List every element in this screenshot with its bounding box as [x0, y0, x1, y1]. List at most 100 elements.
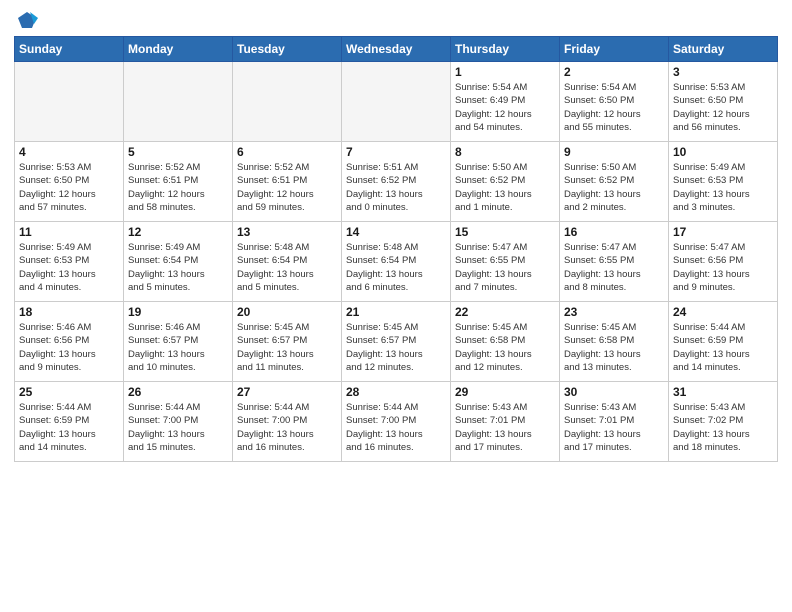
calendar-cell: 26 Sunrise: 5:44 AM Sunset: 7:00 PM Dayli… [124, 382, 233, 462]
calendar-cell: 25 Sunrise: 5:44 AM Sunset: 6:59 PM Dayli… [15, 382, 124, 462]
day-info: Sunrise: 5:43 AM Sunset: 7:02 PM Dayligh… [673, 401, 773, 454]
day-info: Sunrise: 5:47 AM Sunset: 6:55 PM Dayligh… [455, 241, 555, 294]
calendar-cell: 22Sunrise: 5:45 AM Sunset: 6:58 PM Dayli… [451, 302, 560, 382]
day-number: 23 [564, 305, 664, 319]
day-number: 6 [237, 145, 337, 159]
calendar-cell: 3Sunrise: 5:53 AM Sunset: 6:50 PM Daylig… [669, 62, 778, 142]
day-info: Sunrise: 5:45 AM Sunset: 6:58 PM Dayligh… [564, 321, 664, 374]
calendar-cell: 18 Sunrise: 5:46 AM Sunset: 6:56 PM Dayli… [15, 302, 124, 382]
day-info: Sunrise: 5:54 AM Sunset: 6:49 PM Dayligh… [455, 81, 555, 134]
day-info: Sunrise: 5:43 AM Sunset: 7:01 PM Dayligh… [564, 401, 664, 454]
calendar-cell: 9Sunrise: 5:50 AM Sunset: 6:52 PM Daylig… [560, 142, 669, 222]
weekday-header-monday: Monday [124, 37, 233, 62]
day-info: Sunrise: 5:49 AM Sunset: 6:54 PM Dayligh… [128, 241, 228, 294]
day-info: Sunrise: 5:51 AM Sunset: 6:52 PM Dayligh… [346, 161, 446, 214]
day-number: 26 [128, 385, 228, 399]
header [14, 10, 778, 28]
weekday-header-row: SundayMondayTuesdayWednesdayThursdayFrid… [15, 37, 778, 62]
day-number: 12 [128, 225, 228, 239]
weekday-header-friday: Friday [560, 37, 669, 62]
day-number: 17 [673, 225, 773, 239]
calendar-cell: 28 Sunrise: 5:44 AM Sunset: 7:00 PM Dayli… [342, 382, 451, 462]
calendar-cell [124, 62, 233, 142]
calendar-table: SundayMondayTuesdayWednesdayThursdayFrid… [14, 36, 778, 462]
week-row-4: 18 Sunrise: 5:46 AM Sunset: 6:56 PM Dayli… [15, 302, 778, 382]
calendar-cell: 6 Sunrise: 5:52 AM Sunset: 6:51 PM Daylig… [233, 142, 342, 222]
logo-flag-icon [16, 10, 38, 32]
calendar-cell: 20 Sunrise: 5:45 AM Sunset: 6:57 PM Dayli… [233, 302, 342, 382]
calendar-cell: 16Sunrise: 5:47 AM Sunset: 6:55 PM Dayli… [560, 222, 669, 302]
calendar-cell: 11 Sunrise: 5:49 AM Sunset: 6:53 PM Dayli… [15, 222, 124, 302]
day-info: Sunrise: 5:50 AM Sunset: 6:52 PM Dayligh… [564, 161, 664, 214]
calendar-cell: 8 Sunrise: 5:50 AM Sunset: 6:52 PM Daylig… [451, 142, 560, 222]
day-info: Sunrise: 5:52 AM Sunset: 6:51 PM Dayligh… [237, 161, 337, 214]
day-info: Sunrise: 5:46 AM Sunset: 6:56 PM Dayligh… [19, 321, 119, 374]
calendar-cell: 10 Sunrise: 5:49 AM Sunset: 6:53 PM Dayli… [669, 142, 778, 222]
weekday-header-sunday: Sunday [15, 37, 124, 62]
day-info: Sunrise: 5:45 AM Sunset: 6:57 PM Dayligh… [346, 321, 446, 374]
day-number: 21 [346, 305, 446, 319]
day-info: Sunrise: 5:54 AM Sunset: 6:50 PM Dayligh… [564, 81, 664, 134]
day-number: 2 [564, 65, 664, 79]
calendar-cell: 29 Sunrise: 5:43 AM Sunset: 7:01 PM Dayli… [451, 382, 560, 462]
day-info: Sunrise: 5:44 AM Sunset: 6:59 PM Dayligh… [673, 321, 773, 374]
day-number: 18 [19, 305, 119, 319]
day-info: Sunrise: 5:47 AM Sunset: 6:56 PM Dayligh… [673, 241, 773, 294]
day-number: 31 [673, 385, 773, 399]
day-number: 13 [237, 225, 337, 239]
calendar-cell: 13 Sunrise: 5:48 AM Sunset: 6:54 PM Dayli… [233, 222, 342, 302]
day-number: 10 [673, 145, 773, 159]
calendar-cell: 5 Sunrise: 5:52 AM Sunset: 6:51 PM Daylig… [124, 142, 233, 222]
day-info: Sunrise: 5:44 AM Sunset: 7:00 PM Dayligh… [237, 401, 337, 454]
day-number: 4 [19, 145, 119, 159]
calendar-cell: 1 Sunrise: 5:54 AM Sunset: 6:49 PM Daylig… [451, 62, 560, 142]
day-info: Sunrise: 5:48 AM Sunset: 6:54 PM Dayligh… [237, 241, 337, 294]
week-row-3: 11 Sunrise: 5:49 AM Sunset: 6:53 PM Dayli… [15, 222, 778, 302]
day-info: Sunrise: 5:45 AM Sunset: 6:58 PM Dayligh… [455, 321, 555, 374]
calendar-cell: 30Sunrise: 5:43 AM Sunset: 7:01 PM Dayli… [560, 382, 669, 462]
day-number: 1 [455, 65, 555, 79]
day-number: 29 [455, 385, 555, 399]
calendar-cell [15, 62, 124, 142]
day-info: Sunrise: 5:44 AM Sunset: 7:00 PM Dayligh… [128, 401, 228, 454]
weekday-header-tuesday: Tuesday [233, 37, 342, 62]
page: SundayMondayTuesdayWednesdayThursdayFrid… [0, 0, 792, 612]
calendar-cell: 4 Sunrise: 5:53 AM Sunset: 6:50 PM Daylig… [15, 142, 124, 222]
calendar-cell: 12 Sunrise: 5:49 AM Sunset: 6:54 PM Dayli… [124, 222, 233, 302]
calendar-cell: 24 Sunrise: 5:44 AM Sunset: 6:59 PM Dayli… [669, 302, 778, 382]
day-info: Sunrise: 5:44 AM Sunset: 7:00 PM Dayligh… [346, 401, 446, 454]
week-row-5: 25 Sunrise: 5:44 AM Sunset: 6:59 PM Dayli… [15, 382, 778, 462]
day-info: Sunrise: 5:50 AM Sunset: 6:52 PM Dayligh… [455, 161, 555, 214]
calendar-cell: 2 Sunrise: 5:54 AM Sunset: 6:50 PM Daylig… [560, 62, 669, 142]
day-info: Sunrise: 5:52 AM Sunset: 6:51 PM Dayligh… [128, 161, 228, 214]
calendar-cell: 15Sunrise: 5:47 AM Sunset: 6:55 PM Dayli… [451, 222, 560, 302]
day-info: Sunrise: 5:49 AM Sunset: 6:53 PM Dayligh… [19, 241, 119, 294]
day-info: Sunrise: 5:48 AM Sunset: 6:54 PM Dayligh… [346, 241, 446, 294]
calendar-cell: 14Sunrise: 5:48 AM Sunset: 6:54 PM Dayli… [342, 222, 451, 302]
day-number: 5 [128, 145, 228, 159]
day-number: 11 [19, 225, 119, 239]
weekday-header-wednesday: Wednesday [342, 37, 451, 62]
calendar-cell: 17 Sunrise: 5:47 AM Sunset: 6:56 PM Dayli… [669, 222, 778, 302]
calendar-cell [233, 62, 342, 142]
calendar-cell: 31 Sunrise: 5:43 AM Sunset: 7:02 PM Dayli… [669, 382, 778, 462]
day-info: Sunrise: 5:53 AM Sunset: 6:50 PM Dayligh… [19, 161, 119, 214]
day-number: 20 [237, 305, 337, 319]
day-info: Sunrise: 5:43 AM Sunset: 7:01 PM Dayligh… [455, 401, 555, 454]
day-info: Sunrise: 5:44 AM Sunset: 6:59 PM Dayligh… [19, 401, 119, 454]
calendar-cell [342, 62, 451, 142]
calendar-cell: 19Sunrise: 5:46 AM Sunset: 6:57 PM Dayli… [124, 302, 233, 382]
day-number: 28 [346, 385, 446, 399]
calendar-cell: 21 Sunrise: 5:45 AM Sunset: 6:57 PM Dayli… [342, 302, 451, 382]
week-row-2: 4 Sunrise: 5:53 AM Sunset: 6:50 PM Daylig… [15, 142, 778, 222]
calendar-cell: 23 Sunrise: 5:45 AM Sunset: 6:58 PM Dayli… [560, 302, 669, 382]
day-number: 27 [237, 385, 337, 399]
day-number: 7 [346, 145, 446, 159]
day-info: Sunrise: 5:49 AM Sunset: 6:53 PM Dayligh… [673, 161, 773, 214]
day-info: Sunrise: 5:45 AM Sunset: 6:57 PM Dayligh… [237, 321, 337, 374]
day-number: 24 [673, 305, 773, 319]
day-number: 25 [19, 385, 119, 399]
day-number: 8 [455, 145, 555, 159]
day-info: Sunrise: 5:46 AM Sunset: 6:57 PM Dayligh… [128, 321, 228, 374]
calendar-cell: 27 Sunrise: 5:44 AM Sunset: 7:00 PM Dayli… [233, 382, 342, 462]
